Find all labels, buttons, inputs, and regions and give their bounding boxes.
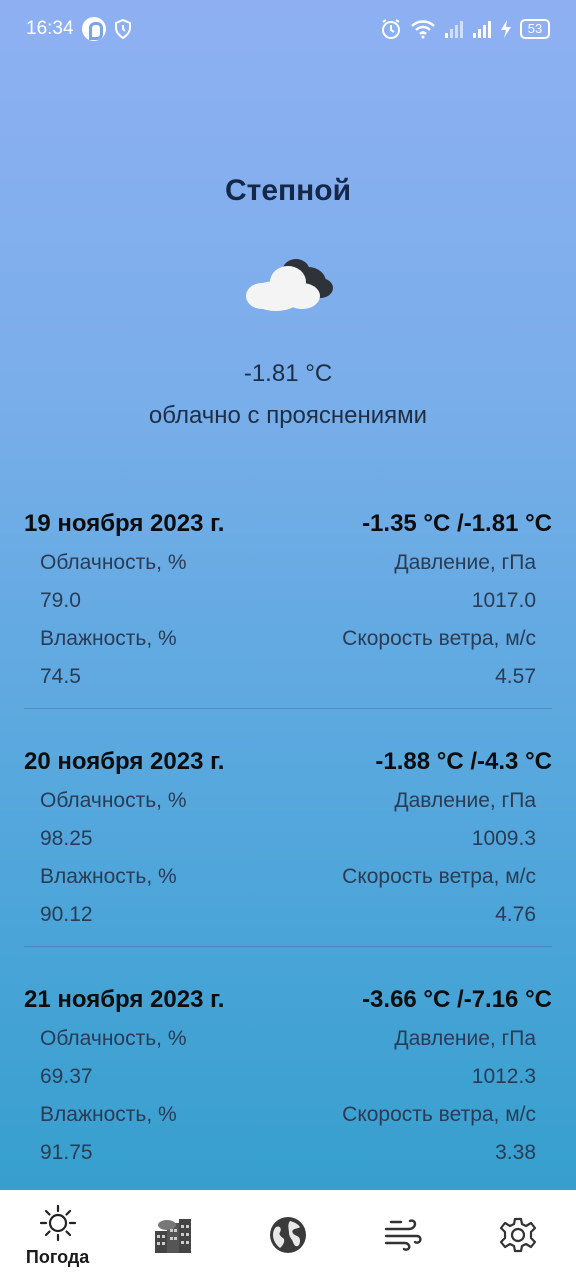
status-left: 16:34 bbox=[26, 17, 132, 41]
pressure-label: Давление, гПа bbox=[394, 1027, 536, 1050]
nav-weather[interactable]: Погода bbox=[8, 1190, 108, 1280]
shield-icon bbox=[114, 19, 131, 39]
status-right: 53 bbox=[380, 18, 550, 40]
status-bar: 16:34 53 bbox=[0, 0, 576, 58]
city-name: Степной bbox=[224, 174, 352, 207]
pressure-value: 1009.3 bbox=[471, 827, 536, 850]
app-notification-icon bbox=[81, 17, 106, 41]
wind-label: Скорость ветра, м/с bbox=[342, 865, 536, 888]
gear-icon bbox=[500, 1217, 537, 1253]
pressure-value: 1017.0 bbox=[471, 589, 536, 612]
humidity-label: Влажность, % bbox=[40, 865, 177, 888]
signal-icon bbox=[445, 21, 463, 38]
forecast-metrics: Облачность, % Давление, гПа 79.0 1017.0 … bbox=[24, 544, 552, 696]
divider bbox=[24, 946, 552, 947]
wind-label: Скорость ветра, м/с bbox=[342, 627, 536, 650]
signal-icon-2 bbox=[473, 21, 491, 38]
nav-settings[interactable] bbox=[468, 1190, 568, 1280]
alarm-icon bbox=[382, 19, 400, 39]
wifi-icon bbox=[411, 20, 435, 39]
globe-icon bbox=[269, 1217, 306, 1253]
wind-value: 3.38 bbox=[495, 1141, 536, 1164]
wind-label: Скорость ветра, м/с bbox=[342, 1103, 536, 1126]
weather-description: облачно с прояснениями bbox=[148, 402, 428, 429]
bottom-navigation: Погода bbox=[0, 1190, 576, 1280]
forecast-day-header: 20 ноября 2023 г. -1.88 °C /-4.3 °C bbox=[24, 742, 552, 782]
forecast-metrics: Облачность, % Давление, гПа 69.37 1012.3… bbox=[24, 1020, 552, 1172]
city-buildings-icon bbox=[154, 1219, 191, 1253]
pressure-label: Давление, гПа bbox=[394, 551, 536, 574]
forecast-date: 19 ноября 2023 г. bbox=[24, 510, 225, 537]
nav-wind[interactable] bbox=[353, 1190, 453, 1280]
forecast-day: 19 ноября 2023 г. -1.35 °C /-1.81 °C Обл… bbox=[24, 504, 552, 709]
partly-cloudy-icon bbox=[246, 259, 333, 311]
cloudiness-value: 98.25 bbox=[40, 827, 93, 850]
cloudiness-label: Облачность, % bbox=[40, 789, 187, 812]
pressure-label: Давление, гПа bbox=[394, 789, 536, 812]
nav-cities[interactable] bbox=[123, 1190, 223, 1280]
nav-map[interactable] bbox=[238, 1190, 338, 1280]
forecast-date: 21 ноября 2023 г. bbox=[24, 986, 225, 1013]
sun-icon bbox=[39, 1204, 76, 1241]
humidity-label: Влажность, % bbox=[40, 1103, 177, 1126]
cloudiness-label: Облачность, % bbox=[40, 551, 187, 574]
forecast-day: 20 ноября 2023 г. -1.88 °C /-4.3 °C Обла… bbox=[24, 742, 552, 947]
cloudiness-value: 69.37 bbox=[40, 1065, 93, 1088]
forecast-day-header: 19 ноября 2023 г. -1.35 °C /-1.81 °C bbox=[24, 504, 552, 544]
forecast-temps: -3.66 °C /-7.16 °C bbox=[362, 986, 552, 1013]
forecast-day-header: 21 ноября 2023 г. -3.66 °C /-7.16 °C bbox=[24, 980, 552, 1020]
divider bbox=[24, 708, 552, 709]
forecast-temps: -1.35 °C /-1.81 °C bbox=[362, 510, 552, 537]
pressure-value: 1012.3 bbox=[471, 1065, 536, 1088]
forecast-day: 21 ноября 2023 г. -3.66 °C /-7.16 °C Обл… bbox=[24, 980, 552, 1172]
status-time: 16:34 bbox=[26, 18, 74, 39]
forecast-metrics: Облачность, % Давление, гПа 98.25 1009.3… bbox=[24, 782, 552, 934]
forecast-date: 20 ноября 2023 г. bbox=[24, 748, 225, 775]
humidity-value: 74.5 bbox=[40, 665, 81, 688]
nav-weather-label: Погода bbox=[25, 1246, 90, 1267]
battery-level: 53 bbox=[520, 19, 550, 39]
humidity-value: 90.12 bbox=[40, 903, 93, 926]
forecast-temps: -1.88 °C /-4.3 °C bbox=[375, 748, 552, 775]
wind-icon bbox=[384, 1219, 422, 1251]
humidity-value: 91.75 bbox=[40, 1141, 93, 1164]
cloudiness-label: Облачность, % bbox=[40, 1027, 187, 1050]
wind-value: 4.57 bbox=[495, 665, 536, 688]
current-temperature: -1.81 °C bbox=[243, 360, 333, 387]
cloudiness-value: 79.0 bbox=[40, 589, 81, 612]
humidity-label: Влажность, % bbox=[40, 627, 177, 650]
charging-icon bbox=[501, 20, 511, 38]
wind-value: 4.76 bbox=[495, 903, 536, 926]
